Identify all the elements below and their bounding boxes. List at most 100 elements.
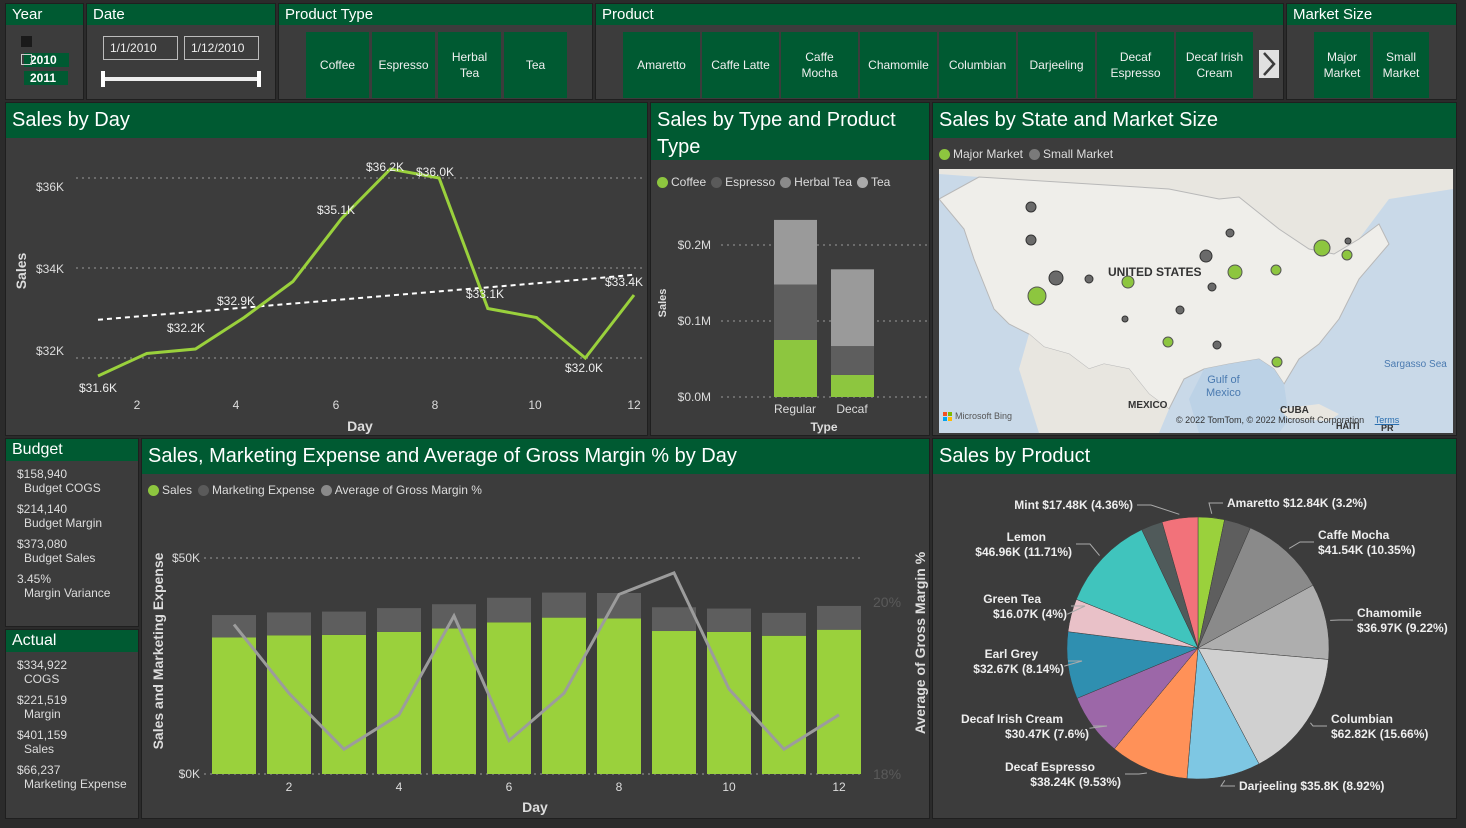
pie-label-decaf-irish-cream: Decaf Irish Cream $30.47K (7.6%) [961,712,1089,741]
legend-major-market[interactable]: Major Market [939,147,1023,161]
product-type-herbal-tea[interactable]: Herbal Tea [438,32,501,98]
combo-xlabel: Day [522,799,548,815]
slider-handle-start[interactable] [101,71,105,87]
map-bubble-major[interactable] [1341,249,1353,261]
market-major[interactable]: Major Market [1314,32,1370,98]
sales-by-day-chart: $32K $34K $36K 2 4 6 8 10 12 Day Sales $… [13,160,646,434]
pie-chart: Amaretto $12.84K (3.2%) Caffe Mocha $41.54… [961,496,1448,793]
data-label-day-9: $33.1K [466,287,504,301]
map-bubble-small[interactable] [1199,249,1213,263]
sales-bar [487,622,531,774]
map-bubble-major[interactable] [1270,264,1282,276]
sales-by-day-xtick-8: 8 [432,398,439,412]
legend-espresso[interactable]: Espresso [711,175,775,189]
next-page-arrow-icon[interactable] [1259,50,1279,78]
trend-line [97,273,635,321]
date-slicer: Date 1/1/2010 1/12/2010 [86,3,276,100]
sales-bar [652,631,696,774]
product-type-tea[interactable]: Tea [504,32,567,98]
legend-dot-icon [657,176,668,188]
sales-value: $401,159 [17,728,68,742]
combo-title: Sales, Marketing Expense and Average of … [142,439,929,474]
map-bubble-major[interactable] [1162,336,1174,348]
sales-by-day-ytick-36: $36K [36,180,64,194]
sales-by-type-visual[interactable]: Sales by Type and Product Type Coffee Es… [650,102,930,436]
sales-by-state-map-visual[interactable]: Sales by State and Market Size Major Mar… [932,102,1457,436]
map-bubble-small[interactable] [1212,340,1222,350]
product-caffe-latte[interactable]: Caffe Latte [702,32,779,98]
product-darjeeling[interactable]: Darjeeling [1018,32,1095,98]
map-bubble-small[interactable] [1025,234,1037,246]
marketing-expense-value: $66,237 [17,763,61,777]
sales-bar [377,631,421,774]
map-bubble-small[interactable] [1344,237,1352,245]
bar-decaf-espresso [831,346,874,375]
sales-by-type-ytick-0: $0.0M [678,390,711,404]
bar-regular-herbal-tea [774,219,817,285]
legend-dot-icon [1029,148,1041,160]
year-option-2011[interactable]: 2011 [21,51,83,87]
product-columbian[interactable]: Columbian [939,32,1016,98]
marketing-expense-bar [762,612,806,636]
map-bubble-major[interactable] [1027,286,1047,306]
combo-ylabel: Sales and Marketing Expense [150,552,166,749]
map-canvas[interactable]: UNITED STATES Gulf of Mexico MEXICO CUBA… [939,169,1453,433]
map-bubble-major[interactable] [1313,239,1331,257]
year-slicer-title: Year [6,4,83,25]
product-type-coffee[interactable]: Coffee [306,32,369,98]
sales-by-day-ylabel: Sales [13,252,29,289]
data-label-day-3: $32.2K [167,321,205,335]
pie-label-caffe-mocha: Caffe Mocha $41.54K (10.35%) [1318,528,1415,557]
bar-decaf-coffee [831,374,874,397]
bar-regular-coffee [774,340,817,397]
market-size-slicer-title: Market Size [1287,4,1456,25]
product-type-espresso[interactable]: Espresso [372,32,435,98]
market-small[interactable]: Small Market [1373,32,1429,98]
date-range-slider[interactable] [101,71,261,87]
sales-bar [322,634,366,774]
map-bubble-small[interactable] [1225,228,1235,238]
sales-by-type-ytick-2: $0.2M [678,238,711,252]
legend-dot-icon [939,148,950,160]
combo-legend: Sales Marketing Expense Average of Gross… [148,483,482,497]
margin-value: $221,519 [17,693,68,707]
map-bubble-small[interactable] [1121,315,1129,323]
sales-label: Sales [24,742,55,756]
product-decaf-espresso[interactable]: Decaf Espresso [1097,32,1174,98]
combo-xtick-2: 2 [286,780,293,794]
legend-herbal-tea[interactable]: Herbal Tea [780,175,852,189]
combo-ytick-50: $50K [172,551,200,565]
legend-tea[interactable]: Tea [857,175,890,189]
map-bubble-major[interactable] [1121,275,1135,289]
map-bubble-major[interactable] [1227,264,1243,280]
map-bubble-small[interactable] [1084,274,1094,284]
sales-by-type-ylabel: Sales [657,289,669,318]
sales-by-day-xtick-12: 12 [627,398,641,412]
map-bubble-small[interactable] [1048,270,1064,286]
legend-marketing-expense[interactable]: Marketing Expense [198,483,315,497]
legend-small-market[interactable]: Small Market [1029,147,1113,161]
sales-by-product-visual[interactable]: Sales by Product Amaretto $12.84K (3.2%)… [932,438,1457,819]
sales-by-type-chart: $0.0M $0.1M $0.2M Sales Regular Decaf Ty… [657,219,929,434]
combo-y2label: Average of Gross Margin % [912,551,928,734]
sales-by-day-visual[interactable]: Sales by Day $32K $34K $36K 2 4 6 8 10 1… [5,102,648,436]
sales-line [97,167,636,378]
product-chamomile[interactable]: Chamomile [860,32,937,98]
legend-avg-gross-margin[interactable]: Average of Gross Margin % [320,483,482,497]
legend-coffee[interactable]: Coffee [657,175,706,189]
map-bubble-small[interactable] [1207,282,1217,292]
date-from-input[interactable]: 1/1/2010 [103,36,178,60]
actual-card: Actual $334,922 COGS $221,519 Margin $40… [5,629,139,819]
map-bubble-major[interactable] [1271,356,1283,368]
marketing-expense-bar [267,612,311,636]
product-decaf-irish-cream[interactable]: Decaf Irish Cream [1176,32,1253,98]
sales-marketing-margin-visual[interactable]: Sales, Marketing Expense and Average of … [141,438,930,819]
date-to-input[interactable]: 1/12/2010 [184,36,259,60]
map-bubble-small[interactable] [1025,201,1037,213]
legend-sales[interactable]: Sales [148,483,192,497]
sales-by-type-xtick-regular: Regular [774,402,816,416]
product-caffe-mocha[interactable]: Caffe Mocha [781,32,858,98]
slider-handle-end[interactable] [257,71,261,87]
product-amaretto[interactable]: Amaretto [623,32,700,98]
map-bubble-small[interactable] [1175,305,1185,315]
